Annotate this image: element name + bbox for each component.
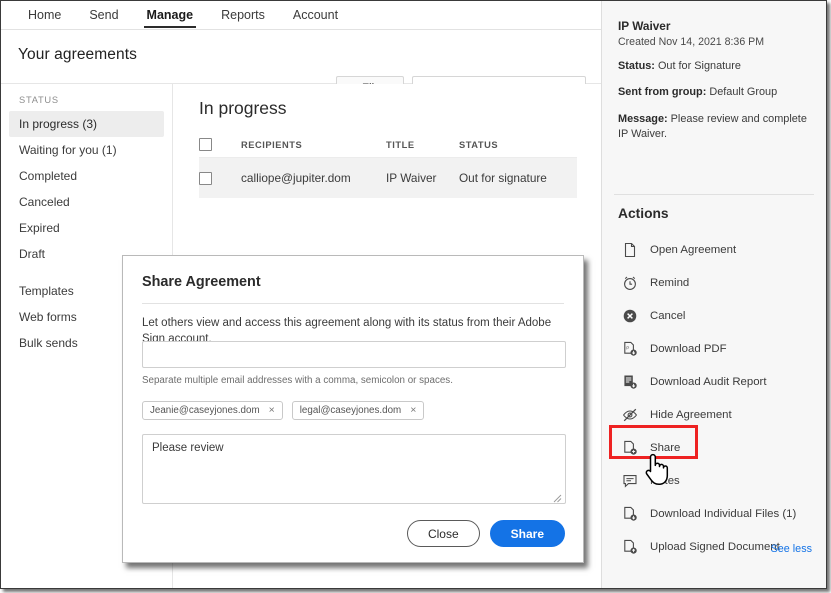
action-notes[interactable]: Notes [602, 464, 826, 497]
action-label: Hide Agreement [650, 409, 732, 421]
share-document-icon [622, 440, 638, 456]
action-download-individual-files[interactable]: Download Individual Files (1) [602, 497, 826, 530]
actions-list: Open Agreement Remind Cancel [602, 233, 826, 563]
detail-group-field: Sent from group: Default Group [618, 85, 810, 100]
action-label: Remind [650, 277, 689, 289]
row-title: IP Waiver [386, 171, 459, 185]
nav-item-manage[interactable]: Manage [133, 1, 208, 29]
nav-items: Home Send Manage Reports Account [14, 1, 352, 29]
email-chip-label: Jeanie@caseyjones.dom [150, 405, 260, 416]
agreement-detail-panel: IP Waiver Created Nov 14, 2021 8:36 PM S… [601, 1, 826, 589]
detail-title: IP Waiver [618, 19, 810, 33]
share-agreement-dialog: Share Agreement Let others view and acce… [122, 255, 584, 563]
page-title: Your agreements [18, 46, 137, 64]
action-label: Upload Signed Document [650, 541, 780, 553]
section-title: In progress [199, 98, 287, 119]
dialog-title: Share Agreement [142, 274, 261, 290]
action-open-agreement[interactable]: Open Agreement [602, 233, 826, 266]
action-label: Notes [650, 475, 680, 487]
dialog-buttons: Close Share [407, 520, 565, 547]
page-header: Your agreements Filters [1, 30, 601, 84]
share-button[interactable]: Share [490, 520, 565, 547]
note-icon [622, 473, 638, 489]
action-cancel[interactable]: Cancel [602, 299, 826, 332]
download-files-icon [622, 506, 638, 522]
email-chips: Jeanie@caseyjones.dom × legal@caseyjones… [142, 401, 424, 420]
detail-divider [614, 194, 814, 195]
table-header-row: RECIPIENTS TITLE STATUS [199, 132, 577, 158]
eye-slash-icon [622, 407, 638, 423]
row-status: Out for signature [459, 171, 577, 185]
select-all-checkbox[interactable] [199, 138, 212, 151]
column-header-title: TITLE [386, 140, 459, 150]
column-header-status: STATUS [459, 140, 577, 150]
alarm-clock-icon [622, 275, 638, 291]
share-message-textarea[interactable] [142, 434, 566, 504]
nav-item-reports[interactable]: Reports [207, 1, 279, 29]
svg-text:P: P [626, 345, 629, 350]
action-label: Open Agreement [650, 244, 736, 256]
dialog-title-divider [142, 303, 564, 304]
row-recipients: calliope@jupiter.dom [241, 171, 386, 185]
detail-group-value: Default Group [709, 86, 777, 98]
share-email-input[interactable] [142, 341, 566, 368]
download-pdf-icon: P [622, 341, 638, 357]
action-remind[interactable]: Remind [602, 266, 826, 299]
action-label: Download Audit Report [650, 376, 767, 388]
actions-title: Actions [618, 206, 669, 221]
document-icon [622, 242, 638, 258]
email-chip[interactable]: Jeanie@caseyjones.dom × [142, 401, 283, 420]
detail-summary: IP Waiver Created Nov 14, 2021 8:36 PM S… [602, 1, 826, 143]
action-share[interactable]: Share [602, 431, 826, 464]
nav-item-home[interactable]: Home [14, 1, 75, 29]
email-chip[interactable]: legal@caseyjones.dom × [292, 401, 425, 420]
upload-document-icon [622, 539, 638, 555]
detail-created-date: Created Nov 14, 2021 8:36 PM [618, 36, 810, 48]
sidebar-status-label: STATUS [1, 95, 172, 111]
column-header-recipients: RECIPIENTS [241, 140, 386, 150]
action-download-pdf[interactable]: P Download PDF [602, 332, 826, 365]
action-hide-agreement[interactable]: Hide Agreement [602, 398, 826, 431]
sidebar-item-completed[interactable]: Completed [9, 163, 164, 189]
nav-item-send[interactable]: Send [75, 1, 132, 29]
sidebar-item-waiting-for-you[interactable]: Waiting for you (1) [9, 137, 164, 163]
row-checkbox[interactable] [199, 172, 212, 185]
application-window: Home Send Manage Reports Account Casey Y… [0, 0, 827, 589]
detail-status-value: Out for Signature [658, 60, 741, 72]
sidebar-item-canceled[interactable]: Canceled [9, 189, 164, 215]
agreements-table: RECIPIENTS TITLE STATUS calliope@jupiter… [199, 132, 577, 198]
close-button[interactable]: Close [407, 520, 480, 547]
action-label: Share [650, 442, 680, 454]
audit-report-icon [622, 374, 638, 390]
see-less-link[interactable]: See less [771, 543, 812, 555]
action-label: Download Individual Files (1) [650, 508, 796, 520]
cancel-circle-icon [622, 308, 638, 324]
select-all-cell [199, 138, 241, 151]
email-chip-label: legal@caseyjones.dom [300, 405, 401, 416]
action-label: Download PDF [650, 343, 727, 355]
row-select-cell [199, 172, 241, 185]
nav-item-account[interactable]: Account [279, 1, 352, 29]
remove-chip-icon[interactable]: × [410, 405, 416, 416]
detail-message-field: Message: Please review and complete IP W… [618, 112, 810, 143]
detail-status-label: Status: [618, 60, 655, 72]
sidebar-item-expired[interactable]: Expired [9, 215, 164, 241]
sidebar-item-in-progress[interactable]: In progress (3) [9, 111, 164, 137]
table-row[interactable]: calliope@jupiter.dom IP Waiver Out for s… [199, 158, 577, 198]
action-label: Cancel [650, 310, 685, 322]
action-download-audit-report[interactable]: Download Audit Report [602, 365, 826, 398]
detail-message-label: Message: [618, 113, 668, 125]
share-email-hint: Separate multiple email addresses with a… [142, 375, 453, 386]
detail-group-label: Sent from group: [618, 86, 706, 98]
remove-chip-icon[interactable]: × [269, 405, 275, 416]
detail-status-field: Status: Out for Signature [618, 59, 810, 74]
